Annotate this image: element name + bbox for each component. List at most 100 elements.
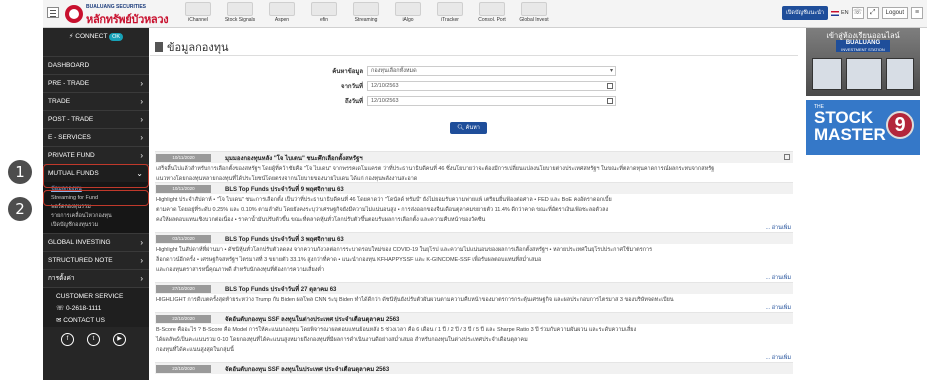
read-more-link[interactable]: ... อ่านเพิ่ม [155, 274, 793, 282]
top-bar: BUALUANG SECURITIES หลักทรัพย์บัวหลวง iC… [43, 0, 927, 28]
ad2-master: MASTER [814, 125, 886, 144]
lang-label: EN [841, 10, 849, 16]
to-date-input[interactable]: 12/10/2563 [367, 95, 616, 106]
document-icon [155, 42, 163, 52]
page-title: ข้อมูลกองทุน [155, 38, 229, 56]
news-title[interactable]: จัดอันดับกองทุน SSF ลงทุนในประเทศ ประจำเ… [225, 364, 389, 374]
caret-down-icon: ▾ [609, 67, 613, 74]
menu-grid-icon[interactable]: ≡ [911, 7, 923, 19]
header-right-tools: เปิดบัญชีแนะนำ EN ☏ ⤢ Logout ≡ [782, 6, 923, 20]
subnav-open-fund-account[interactable]: เปิดบัญชีกองทุนรวม [51, 221, 149, 230]
tool-ialgo[interactable]: iAlgo [386, 2, 430, 23]
to-date-row: ถึงวันที่ 12/10/2563 [330, 94, 620, 107]
customer-service-title: CUSTOMER SERVICE [56, 293, 124, 300]
news-title[interactable]: BLS Top Funds ประจำวันที่ 9 พฤศจิกายน 63 [225, 184, 344, 194]
fund-select[interactable]: กองทุนเลือกทั้งหมด ▾ [367, 65, 616, 76]
news-title[interactable]: BLS Top Funds ประจำวันที่ 3 พฤศจิกายน 63 [225, 234, 344, 244]
ad-investment-station[interactable]: เข้าสู่ห้องเรียนออนไลน์ BUALUANG INVESTM… [806, 28, 920, 96]
tool-global-invest[interactable]: Global Invest [512, 2, 556, 23]
nav-private-fund[interactable]: PRIVATE FUND › [43, 146, 149, 164]
chevron-right-icon: › [140, 256, 143, 265]
facebook-icon[interactable]: f [61, 333, 74, 346]
to-date-value: 12/10/2563 [371, 97, 399, 104]
bualuang-logo[interactable]: BUALUANG SECURITIES หลักทรัพย์บัวหลวง [65, 4, 169, 26]
news-date: 10/11/2020 [156, 184, 211, 193]
read-more-link[interactable]: ... อ่านเพิ่ม [155, 224, 793, 232]
nav-label: TRADE [48, 98, 71, 105]
tool-ichannel[interactable]: iChannel [176, 2, 220, 23]
news-item: 22/10/2020 จัดอันดับกองทุน SSF ลงทุนในต่า… [155, 312, 793, 362]
nav-structured-note[interactable]: STRUCTURED NOTE › [43, 251, 149, 269]
main-content: ข้อมูลกองทุน ค้นหาข้อมูล กองทุนเลือกทั้ง… [150, 28, 798, 380]
marker-2: 2 [8, 197, 32, 221]
ialgo-icon [395, 2, 421, 16]
share-icon[interactable] [784, 154, 790, 160]
nav-trade[interactable]: TRADE › [43, 92, 149, 110]
from-date-row: จากวันที่ 12/10/2563 [330, 79, 620, 92]
youtube-icon[interactable]: ▶ [113, 333, 126, 346]
tool-streaming[interactable]: Streaming [344, 2, 388, 23]
nav-global-investing[interactable]: GLOBAL INVESTING › [43, 233, 149, 251]
fullscreen-icon[interactable]: ⤢ [866, 7, 879, 19]
nav-label: PRIVATE FUND [48, 152, 95, 159]
language-switch[interactable]: EN [831, 10, 849, 16]
nav-label: E - SERVICES [48, 134, 91, 141]
tool-label: iAlgo [402, 17, 414, 23]
tool-label: Aspen [274, 17, 290, 23]
tool-efin[interactable]: efin [302, 2, 346, 23]
ad1-subbrand: INVESTMENT STATION [836, 47, 890, 52]
ad-stock-master[interactable]: THE STOCK MASTER 9 [806, 100, 920, 155]
twitter-icon[interactable]: t [87, 333, 100, 346]
nav-dashboard[interactable]: DASHBOARD [43, 56, 149, 74]
news-title[interactable]: มุมมองกองทุนหลัง "โจ ไบเดน" ชนะศึกเลือกต… [225, 153, 363, 163]
news-title[interactable]: จัดอันดับกองทุน SSF ลงทุนในต่างประเทศ ปร… [225, 314, 399, 324]
highlight-mutual-funds [43, 164, 149, 188]
brand-th: หลักทรัพย์บัวหลวง [86, 14, 169, 26]
tool-stock-signals[interactable]: Stock Signals [218, 2, 262, 23]
read-more-link[interactable]: ... อ่านเพิ่ม [155, 304, 793, 312]
global-invest-icon [521, 2, 547, 16]
search-form: ค้นหาข้อมูล กองทุนเลือกทั้งหมด ▾ จากวันที… [330, 64, 620, 109]
search-button[interactable]: 🔍︎ ค้นหา [450, 122, 487, 134]
fund-select-value: กองทุนเลือกทั้งหมด [371, 67, 417, 74]
highlight-fund-info [43, 190, 149, 206]
page-title-text: ข้อมูลกองทุน [167, 42, 229, 54]
monitor-image [846, 58, 882, 90]
tool-consol-port[interactable]: Consol. Port [470, 2, 514, 23]
nav-settings[interactable]: การตั้งค่า › [43, 269, 149, 287]
lotus-logo-icon [65, 5, 83, 23]
calendar-icon[interactable] [607, 82, 613, 89]
nav-label: STRUCTURED NOTE [48, 257, 113, 264]
tool-itracker[interactable]: iTracker [428, 2, 472, 23]
aspen-icon [269, 2, 295, 16]
news-title[interactable]: BLS Top Funds ประจำวันที่ 27 ตุลาคม 63 [225, 284, 336, 294]
news-date: 10/11/2020 [156, 153, 211, 162]
from-date-input[interactable]: 12/10/2563 [367, 80, 616, 91]
flag-icon [831, 10, 839, 16]
calendar-icon[interactable] [607, 97, 613, 104]
tool-aspen[interactable]: Aspen [260, 2, 304, 23]
read-more-link[interactable]: ... อ่านเพิ่ม [155, 354, 793, 362]
tool-label: Streaming [354, 17, 378, 23]
open-account-button[interactable]: เปิดบัญชีแนะนำ [782, 6, 828, 20]
contact-row[interactable]: ✉ CONTACT US [56, 315, 149, 327]
from-date-label: จากวันที่ [341, 83, 363, 90]
nav-pre-trade[interactable]: PRE - TRADE › [43, 74, 149, 92]
connect-ok-badge: OK [109, 33, 124, 41]
phone-icon[interactable]: ☏ [851, 7, 864, 19]
phone-row[interactable]: ☏ 0-2618-1111 [56, 303, 149, 315]
tool-label: efin [319, 17, 329, 23]
news-item-header: 10/11/2020 มุมมองกองทุนหลัง "โจ ไบเดน" ชน… [155, 152, 793, 163]
nav-e-services[interactable]: E - SERVICES › [43, 128, 149, 146]
subnav-fund-movements[interactable]: รายการเคลื่อนไหวกองทุน [51, 212, 149, 221]
news-item-header: 27/10/2020 BLS Top Funds ประจำวันที่ 27 ต… [155, 283, 793, 294]
marker-1: 1 [8, 160, 32, 184]
hamburger-menu-icon[interactable] [47, 7, 59, 18]
nav-post-trade[interactable]: POST - TRADE › [43, 110, 149, 128]
chevron-right-icon: › [140, 79, 143, 88]
logout-button[interactable]: Logout [881, 7, 908, 19]
tool-label: Global Invest [519, 17, 549, 23]
ad1-brand: BUALUANG [836, 40, 890, 47]
search-icon: 🔍︎ [457, 125, 466, 131]
news-body: B-Score คืออะไร ? B-Score คือ Model การใ… [156, 327, 637, 353]
